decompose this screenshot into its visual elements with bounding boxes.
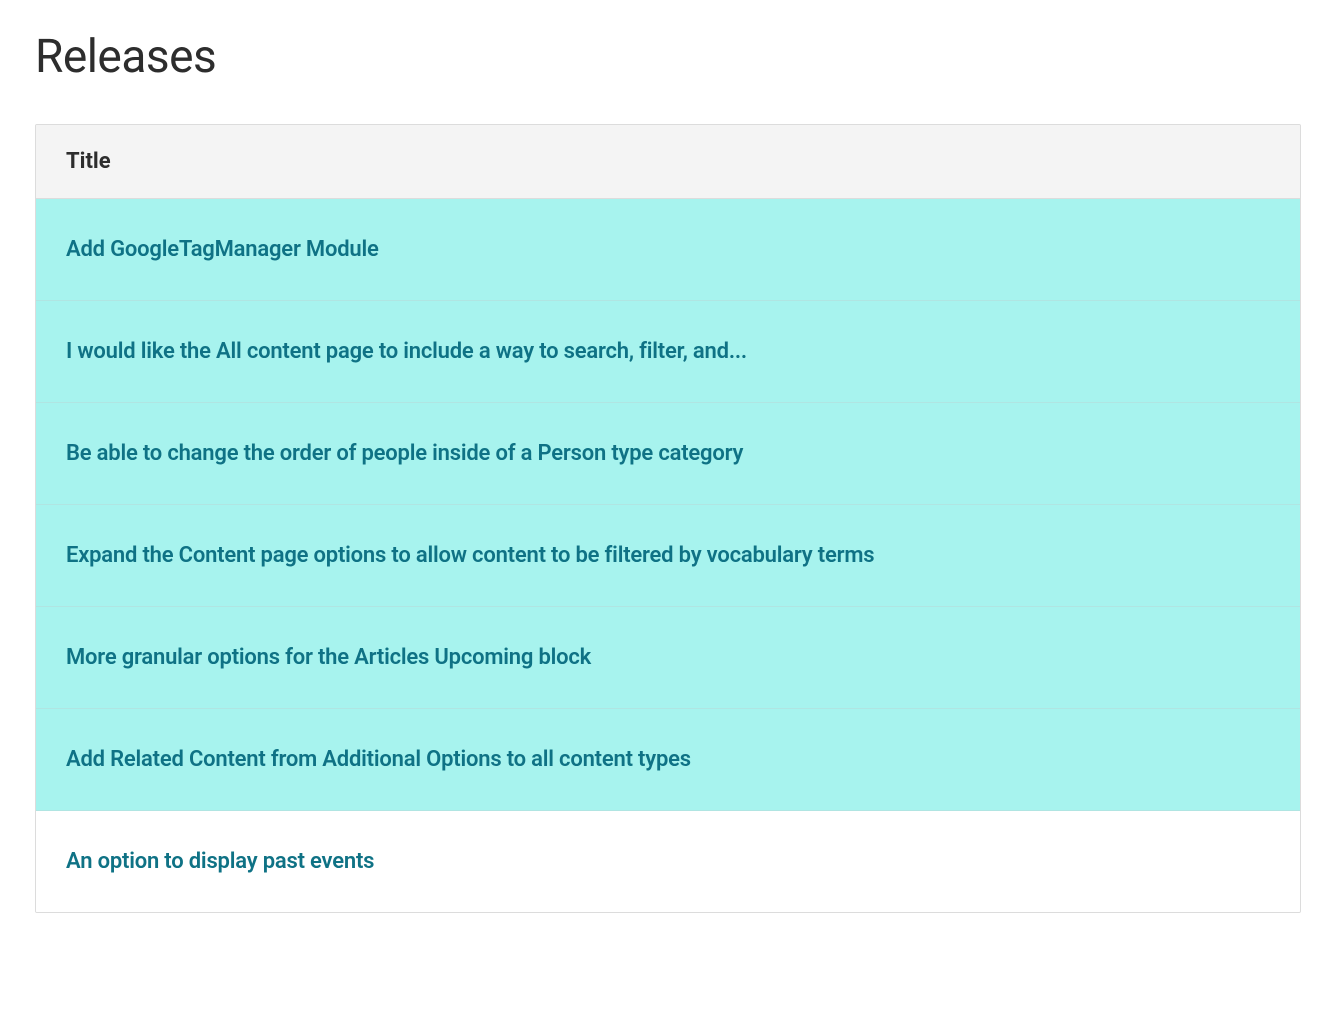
release-link[interactable]: Expand the Content page options to allow… [66,543,874,568]
table-row: I would like the All content page to inc… [36,301,1300,403]
table-header-title: Title [66,149,111,174]
release-link[interactable]: Add Related Content from Additional Opti… [66,747,691,772]
release-link[interactable]: I would like the All content page to inc… [66,339,747,364]
releases-table: Title Add GoogleTagManager Module I woul… [35,124,1301,913]
table-row: Add GoogleTagManager Module [36,199,1300,301]
release-link[interactable]: Be able to change the order of people in… [66,441,743,466]
release-link[interactable]: Add GoogleTagManager Module [66,237,379,262]
release-link[interactable]: More granular options for the Articles U… [66,645,591,670]
table-header: Title [36,125,1300,199]
table-row: Add Related Content from Additional Opti… [36,709,1300,811]
table-row: More granular options for the Articles U… [36,607,1300,709]
page-title: Releases [35,30,1301,84]
table-row: Be able to change the order of people in… [36,403,1300,505]
table-row: Expand the Content page options to allow… [36,505,1300,607]
release-link[interactable]: An option to display past events [66,849,374,874]
table-row: An option to display past events [36,811,1300,912]
